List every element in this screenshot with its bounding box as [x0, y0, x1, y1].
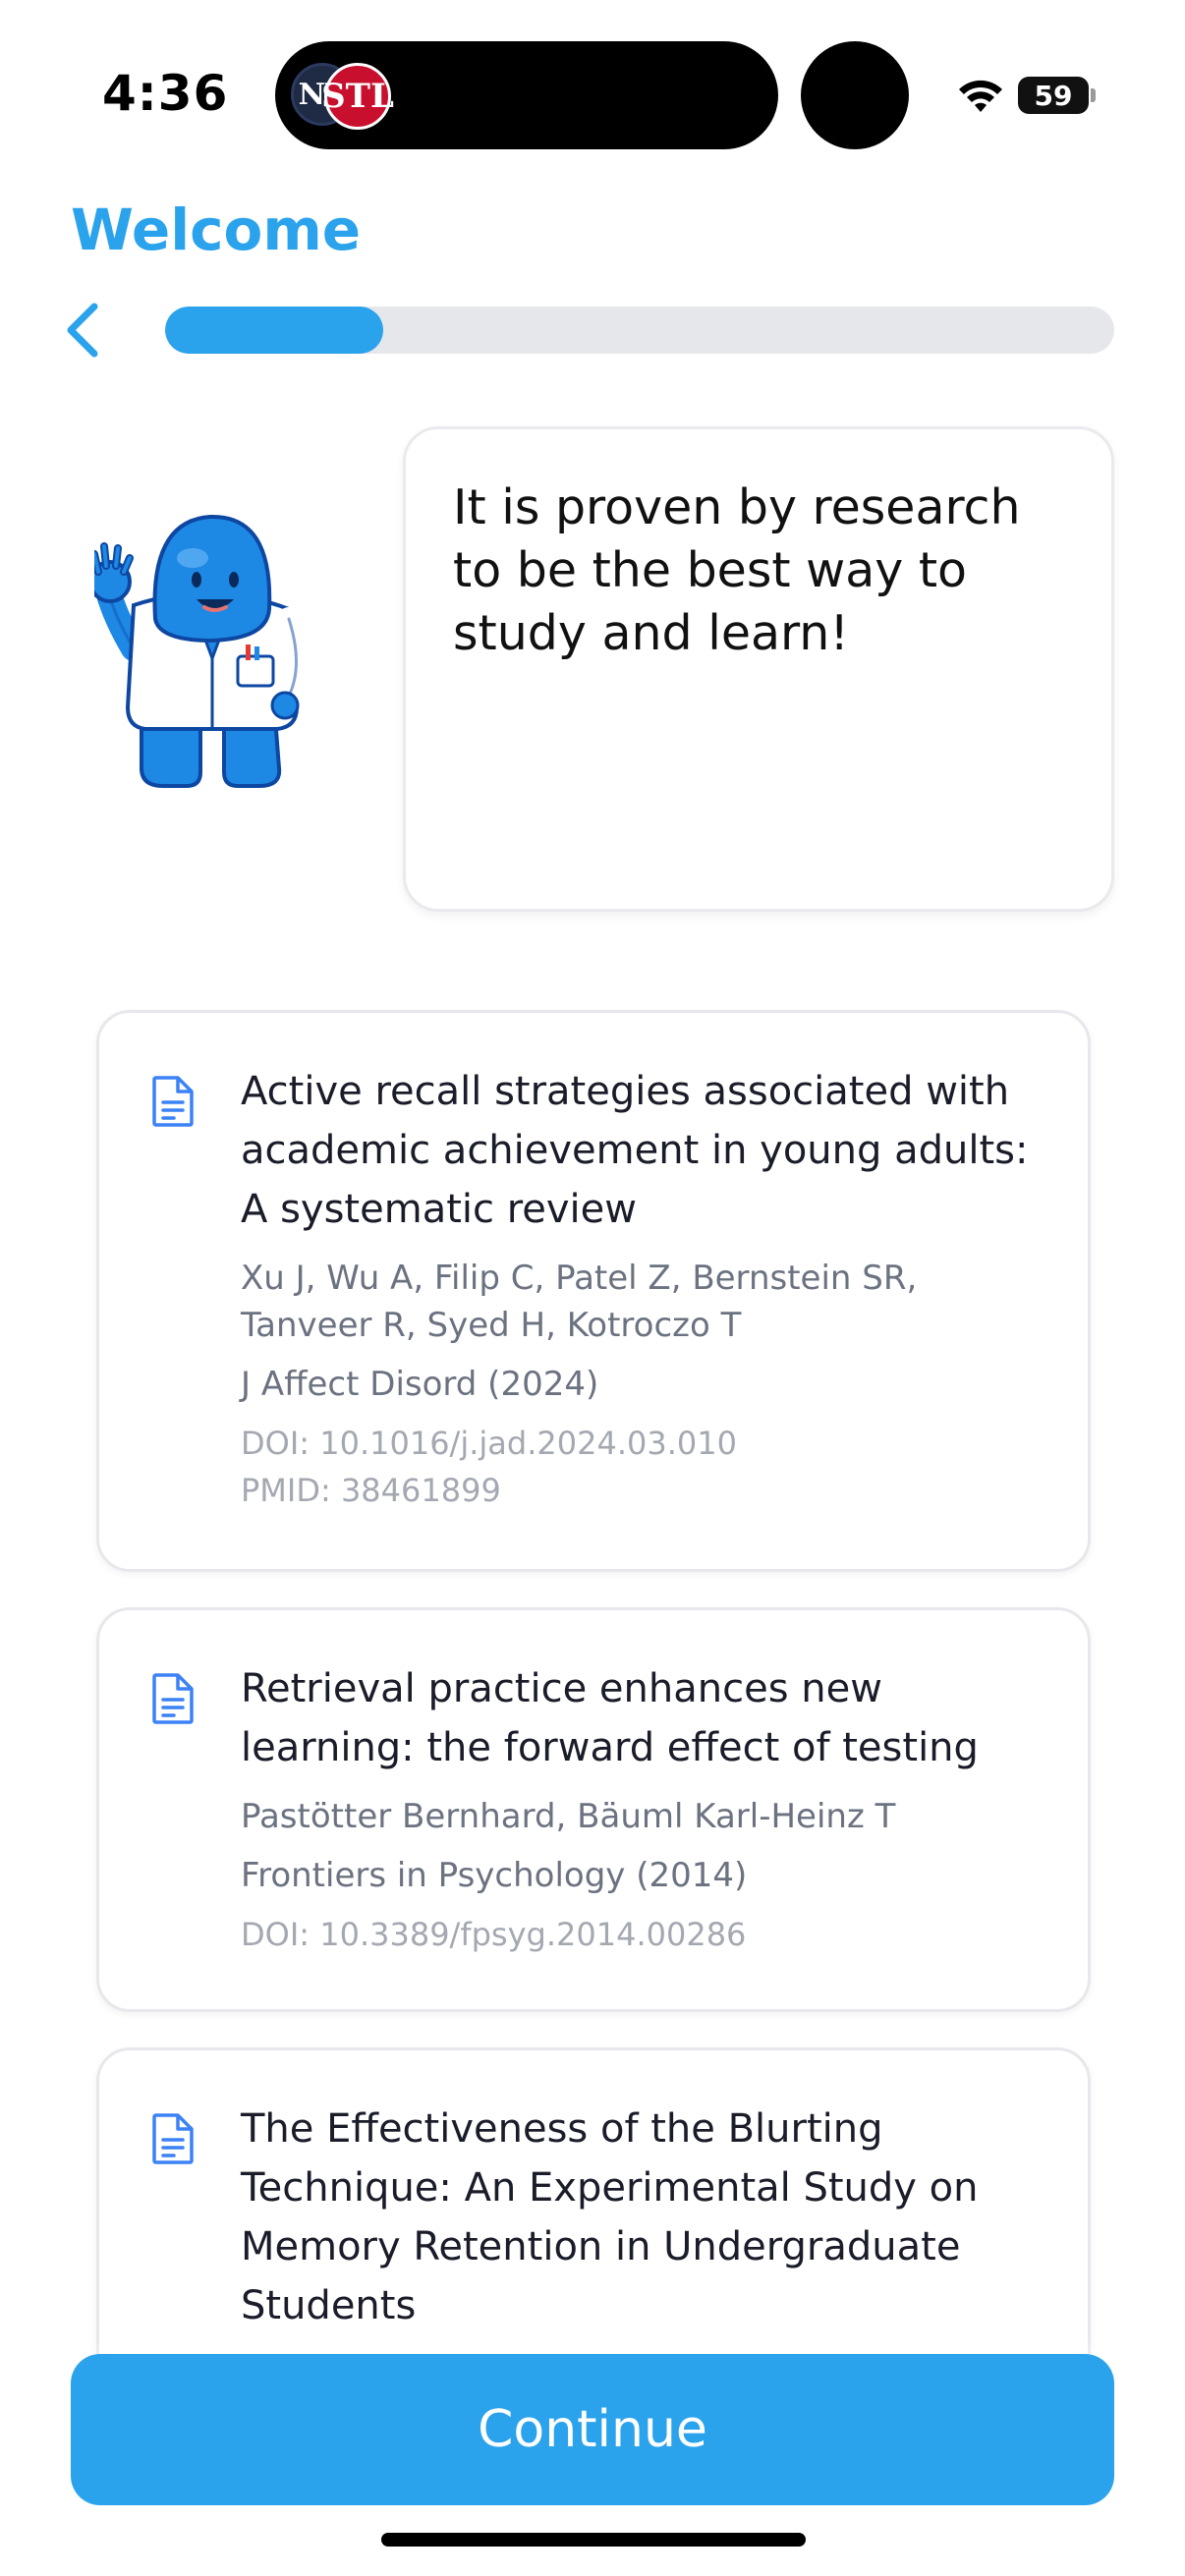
reference-title: Retrieval practice enhances new learning…	[241, 1666, 979, 1770]
reference-authors: Pastötter Bernhard, Bäuml Karl-Heinz T	[241, 1797, 896, 1836]
battery-tip	[1091, 88, 1096, 102]
document-icon	[152, 1673, 194, 1724]
camera-cutout	[801, 41, 909, 149]
reference-doi[interactable]: DOI: 10.3389/fpsyg.2014.00286	[241, 1911, 1039, 1958]
scientist-mascot-illustration	[94, 514, 309, 788]
back-chevron-icon[interactable]	[61, 301, 104, 360]
reference-journal: J Affect Disord (2024)	[241, 1365, 599, 1404]
speech-bubble: It is proven by research to be the best …	[403, 426, 1114, 912]
status-time: 4:36	[102, 65, 229, 122]
reference-card[interactable]: Retrieval practice enhances new learning…	[96, 1607, 1091, 2012]
reference-card[interactable]: Active recall strategies associated with…	[96, 1010, 1091, 1572]
battery-indicator: 59	[1018, 77, 1089, 114]
wifi-icon	[959, 80, 1002, 112]
document-icon	[152, 2113, 194, 2164]
reference-authors: Xu J, Wu A, Filip C, Patel Z, Bernstein …	[241, 1259, 918, 1345]
reference-doi[interactable]: DOI: 10.1016/j.jad.2024.03.010	[241, 1420, 1039, 1467]
progress-bar	[165, 307, 1114, 354]
speech-bubble-text: It is proven by research to be the best …	[453, 479, 1021, 661]
home-indicator[interactable]	[381, 2533, 806, 2547]
reference-journal: Frontiers in Psychology (2014)	[241, 1856, 748, 1895]
reference-title: Active recall strategies associated with…	[241, 1069, 1029, 1232]
reference-title: The Effectiveness of the Blurting Techni…	[241, 2106, 979, 2328]
progress-fill	[165, 307, 384, 354]
reference-pmid: PMID: 38461899	[241, 1472, 501, 1509]
document-icon	[152, 1076, 194, 1127]
page-title: Welcome	[71, 196, 362, 263]
continue-button[interactable]: Continue	[71, 2354, 1114, 2505]
cardinals-logo: STL	[321, 63, 394, 130]
